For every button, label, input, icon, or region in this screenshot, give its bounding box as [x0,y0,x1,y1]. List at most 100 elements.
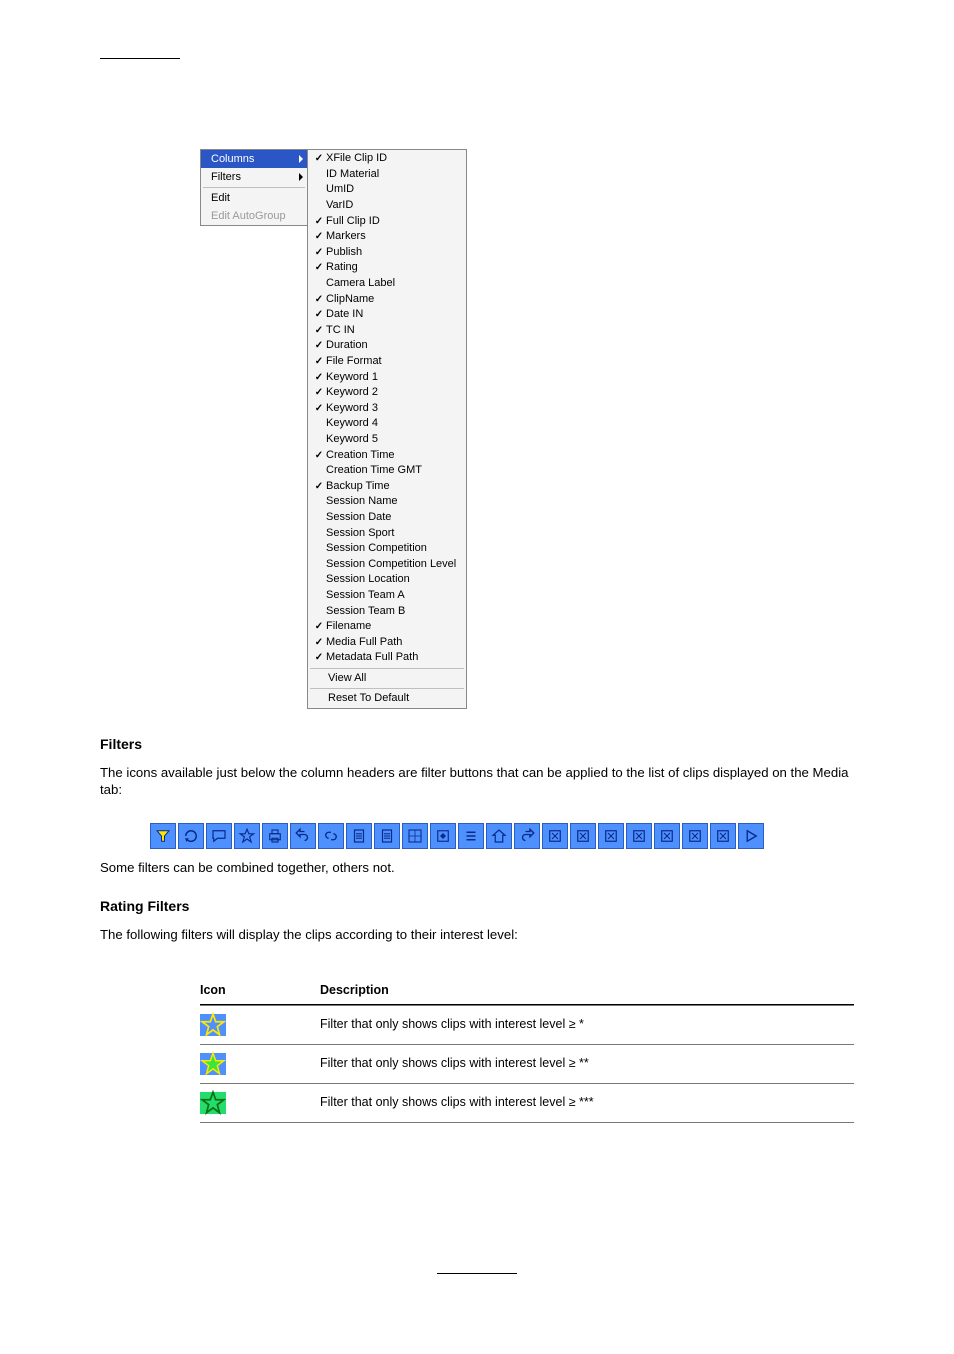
bracket-d-icon[interactable] [626,823,652,849]
legend-row-1-text: Filter that only shows clips with intere… [320,1016,650,1033]
column-toggle-item[interactable]: ✓Keyword 1 [308,369,466,385]
star-icon[interactable] [234,823,260,849]
column-toggle-label: Markers [326,230,366,243]
column-toggle-item[interactable]: Creation Time GMT [308,463,466,479]
context-menu: ColumnsFiltersEditEdit AutoGroup ✓XFile … [200,149,854,709]
column-toggle-item[interactable]: ✓Backup Time [308,478,466,494]
checkmark-icon: ✓ [312,386,326,399]
bracket-c-icon[interactable] [598,823,624,849]
column-toggle-label: Keyword 4 [326,417,378,430]
funnel-icon[interactable] [150,823,176,849]
column-toggle-label: Session Competition Level [326,558,456,571]
legend-row-3-text: Filter that only shows clips with intere… [320,1094,650,1111]
header-rule [100,58,180,59]
column-toggle-item[interactable]: ✓Metadata Full Path [308,650,466,666]
column-toggle-item[interactable]: ✓TC IN [308,323,466,339]
expand-icon[interactable] [430,823,456,849]
column-toggle-item[interactable]: ✓Keyword 3 [308,401,466,417]
column-toggle-item[interactable]: View All [308,671,466,687]
checkmark-icon: ✓ [312,480,326,493]
column-toggle-item[interactable]: Reset To Default [308,691,466,707]
checkmark-icon: ✓ [312,152,326,165]
column-toggle-item[interactable]: ✓File Format [308,354,466,370]
column-toggle-item[interactable]: ✓Filename [308,619,466,635]
document-a-icon[interactable] [346,823,372,849]
column-toggle-item[interactable]: Session Team B [308,603,466,619]
redo-icon[interactable] [514,823,540,849]
bracket-f-icon[interactable] [682,823,708,849]
column-toggle-item[interactable]: ✓Full Clip ID [308,213,466,229]
menu-item[interactable]: Edit [201,189,307,207]
checkmark-icon: ✓ [312,293,326,306]
column-toggle-item[interactable]: Session Competition Level [308,556,466,572]
column-toggle-label: ID Material [326,168,379,181]
legend-header-icon: Icon [200,982,320,999]
column-toggle-label: Filename [326,620,371,633]
checkmark-icon: ✓ [312,324,326,337]
column-toggle-item[interactable]: UmID [308,182,466,198]
column-toggle-item[interactable]: ✓Duration [308,338,466,354]
bracket-e-icon[interactable] [654,823,680,849]
document-b-icon[interactable] [374,823,400,849]
column-toggle-item[interactable]: VarID [308,198,466,214]
column-toggle-item[interactable]: ✓Media Full Path [308,634,466,650]
column-toggle-label: Full Clip ID [326,215,380,228]
column-toggle-label: Keyword 5 [326,433,378,446]
menu-item[interactable]: Columns [201,150,307,168]
column-toggle-label: Creation Time GMT [326,464,422,477]
menu-separator [310,688,464,689]
column-toggle-item[interactable]: ✓Keyword 2 [308,385,466,401]
column-toggle-label: Session Sport [326,527,394,540]
column-toggle-label: Reset To Default [326,692,409,705]
column-toggle-item[interactable]: ✓Rating [308,260,466,276]
link-icon[interactable] [318,823,344,849]
grid-icon[interactable] [402,823,428,849]
column-toggle-item[interactable]: Session Name [308,494,466,510]
column-toggle-label: UmID [326,183,354,196]
column-toggle-label: VarID [326,199,353,212]
column-toggle-label: Keyword 1 [326,371,378,384]
legend-row-2-text: Filter that only shows clips with intere… [320,1055,650,1072]
list-icon[interactable] [458,823,484,849]
checkmark-icon: ✓ [312,215,326,228]
column-toggle-item[interactable]: ID Material [308,167,466,183]
column-toggle-label: TC IN [326,324,355,337]
home-icon[interactable] [486,823,512,849]
chat-icon[interactable] [206,823,232,849]
submenu-arrow-icon [299,155,303,163]
column-toggle-item[interactable]: Session Team A [308,588,466,604]
column-toggle-item[interactable]: ✓Creation Time [308,447,466,463]
column-toggle-item[interactable]: Session Location [308,572,466,588]
column-toggle-label: Session Competition [326,542,427,555]
printer-icon[interactable] [262,823,288,849]
undo-icon[interactable] [290,823,316,849]
column-toggle-label: XFile Clip ID [326,152,387,165]
star-level-1-icon [200,1014,226,1036]
menu-item[interactable]: Filters [201,168,307,186]
column-toggle-item[interactable]: ✓Publish [308,245,466,261]
column-toggle-item[interactable]: Session Competition [308,541,466,557]
play-icon[interactable] [738,823,764,849]
column-toggle-item[interactable]: ✓XFile Clip ID [308,151,466,167]
legend-header-description: Description [320,982,650,999]
column-toggle-item[interactable]: Session Date [308,510,466,526]
column-toggle-item[interactable]: Session Sport [308,525,466,541]
bracket-g-icon[interactable] [710,823,736,849]
rating-paragraph: The following filters will display the c… [100,926,854,944]
menu-item: Edit AutoGroup [201,207,307,225]
bracket-b-icon[interactable] [570,823,596,849]
column-toggle-label: Media Full Path [326,636,402,649]
column-toggle-item[interactable]: Keyword 5 [308,432,466,448]
column-toggle-item[interactable]: Keyword 4 [308,416,466,432]
checkmark-icon: ✓ [312,449,326,462]
menu-separator [310,668,464,669]
column-toggle-item[interactable]: Camera Label [308,276,466,292]
refresh-icon[interactable] [178,823,204,849]
column-toggle-item[interactable]: ✓Date IN [308,307,466,323]
column-toggle-label: Session Name [326,495,398,508]
column-toggle-item[interactable]: ✓ClipName [308,291,466,307]
column-toggle-label: Session Team A [326,589,405,602]
column-toggle-item[interactable]: ✓Markers [308,229,466,245]
bracket-a-icon[interactable] [542,823,568,849]
filter-toolbar [150,823,854,849]
